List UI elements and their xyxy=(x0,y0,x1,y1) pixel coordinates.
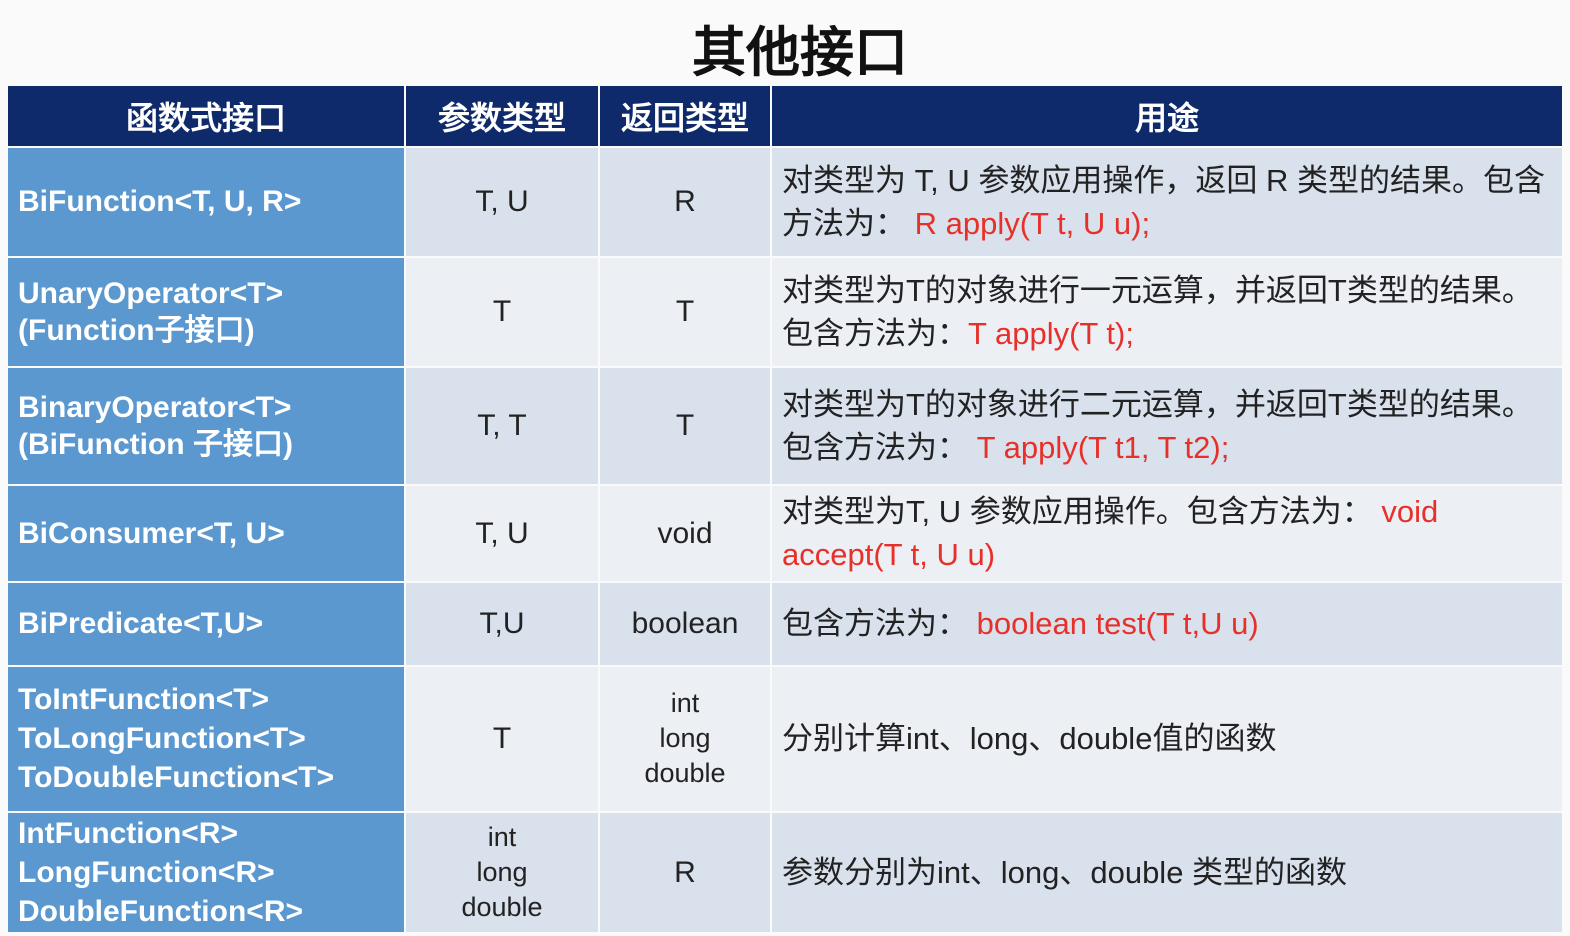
header-param-type: 参数类型 xyxy=(406,86,598,146)
return-type: T xyxy=(600,368,770,484)
param-type-line: T, U xyxy=(475,516,529,550)
table-row: BiFunction<T, U, R> T, U R 对类型为 T, U 参数应用操作… xyxy=(8,148,1562,256)
param-type-line: T,U xyxy=(479,607,525,641)
interface-name-line: BinaryOperator<T> xyxy=(18,390,292,424)
interface-name: BinaryOperator<T> (BiFunction 子接口) xyxy=(8,368,404,484)
usage-text: 包含方法为： xyxy=(782,606,977,642)
interface-name-line: ToDoubleFunction<T> xyxy=(18,761,335,795)
param-type: T, U xyxy=(406,148,598,256)
usage-description: 包含方法为： boolean test(T t,U u) xyxy=(772,582,1562,665)
param-type-line: T xyxy=(492,722,512,756)
interface-name: IntFunction<R> LongFunction<R> DoubleFunct… xyxy=(8,812,404,932)
return-type: boolean xyxy=(600,582,770,665)
return-type: int long double xyxy=(600,666,770,811)
param-type-line: T, U xyxy=(475,185,529,219)
interface-name: BiPredicate<T,U> xyxy=(8,582,404,665)
param-type: T, T xyxy=(406,368,598,484)
usage-description: 对类型为T的对象进行一元运算，并返回T类型的结果。包含方法为：T apply(T… xyxy=(772,258,1562,366)
interface-name-line: DoubleFunction<R> xyxy=(18,894,303,928)
return-type: R xyxy=(600,812,770,932)
interface-name: BiFunction<T, U, R> xyxy=(8,148,404,256)
slide-title: 其他接口 xyxy=(692,20,908,84)
interfaces-table: 函数式接口 参数类型 返回类型 用途 BiFunction<T, U, R> T,… xyxy=(6,84,1564,934)
usage-description: 参数分别为int、long、double 类型的函数 xyxy=(772,812,1562,932)
table-row: UnaryOperator<T> (Function子接口) T T 对类型为T的对象进… xyxy=(8,258,1562,366)
return-type-line: T xyxy=(675,409,695,443)
usage-description: 分别计算int、long、double值的函数 xyxy=(772,666,1562,811)
return-type-line: double xyxy=(644,758,726,789)
return-type: R xyxy=(600,148,770,256)
usage-description: 对类型为T, U 参数应用操作。包含方法为： void accept(T t, … xyxy=(772,486,1562,581)
usage-text: 对类型为T的对象进行一元运算，并返回T类型的结果。包含方法为： xyxy=(782,272,1533,351)
interface-name-line: IntFunction<R> xyxy=(18,816,238,850)
interface-name: UnaryOperator<T> (Function子接口) xyxy=(8,258,404,366)
param-type: T, U xyxy=(406,486,598,581)
table-row: IntFunction<R> LongFunction<R> DoubleFunct… xyxy=(8,812,1562,932)
usage-text: 对类型为 T, U 参数应用操作，返回 R 类型的结果。包含方法为： xyxy=(782,162,1545,241)
table-header: 函数式接口 参数类型 返回类型 用途 xyxy=(8,86,1562,146)
method-signature: R apply(T t, U u); xyxy=(914,206,1151,241)
header-return-type: 返回类型 xyxy=(600,86,770,146)
table-row: ToIntFunction<T> ToLongFunction<T> ToDoubl… xyxy=(8,666,1562,811)
return-type-line: long xyxy=(659,723,711,754)
param-type-line: T, T xyxy=(477,409,527,443)
param-type-line: long xyxy=(476,856,528,887)
interface-name-line: ToLongFunction<T> xyxy=(18,722,306,756)
return-type-line: R xyxy=(674,185,696,219)
param-type-line: T xyxy=(492,295,512,329)
param-type: T,U xyxy=(406,582,598,665)
param-type: int long double xyxy=(406,812,598,932)
interface-name-line: UnaryOperator<T> xyxy=(18,276,284,310)
return-type-line: T xyxy=(675,295,695,329)
interface-name-line: LongFunction<R> xyxy=(18,855,275,889)
table-row: BinaryOperator<T> (BiFunction 子接口) T, T T 对类… xyxy=(8,368,1562,484)
interface-name-line: BiFunction<T, U, R> xyxy=(18,185,302,219)
return-type-line: boolean xyxy=(631,607,739,641)
interface-name-line: ToIntFunction<T> xyxy=(18,683,270,717)
return-type-line: R xyxy=(674,855,696,889)
return-type-line: void xyxy=(657,516,713,550)
header-usage: 用途 xyxy=(772,86,1562,146)
interface-name-line: BiConsumer<T, U> xyxy=(18,516,285,550)
usage-text: 对类型为T, U 参数应用操作。包含方法为： xyxy=(782,494,1382,529)
method-signature: boolean test(T t,U u) xyxy=(976,606,1259,642)
header-interface: 函数式接口 xyxy=(8,86,404,146)
usage-description: 对类型为 T, U 参数应用操作，返回 R 类型的结果。包含方法为： R app… xyxy=(772,148,1562,256)
param-type: T xyxy=(406,258,598,366)
usage-text: 分别计算int、long、double值的函数 xyxy=(782,721,1277,757)
param-type: T xyxy=(406,666,598,811)
method-signature: T apply(T t1, T t2); xyxy=(976,430,1230,465)
return-type: void xyxy=(600,486,770,581)
param-type-line: double xyxy=(461,891,543,922)
return-type: T xyxy=(600,258,770,366)
interface-name-line: (BiFunction 子接口) xyxy=(18,428,293,461)
table-row: BiPredicate<T,U> T,U boolean 包含方法为： boolean… xyxy=(8,582,1562,665)
return-type-line: int xyxy=(670,688,700,719)
table-row: BiConsumer<T, U> T, U void 对类型为T, U 参数应用操作。… xyxy=(8,486,1562,581)
interface-name: ToIntFunction<T> ToLongFunction<T> ToDoubl… xyxy=(8,666,404,811)
method-signature: T apply(T t); xyxy=(968,316,1134,351)
interface-name-line: (Function子接口) xyxy=(18,314,255,347)
interface-name: BiConsumer<T, U> xyxy=(8,486,404,581)
interface-name-line: BiPredicate<T,U> xyxy=(18,607,264,641)
param-type-line: int xyxy=(487,821,517,852)
usage-text: 参数分别为int、long、double 类型的函数 xyxy=(782,854,1348,890)
usage-description: 对类型为T的对象进行二元运算，并返回T类型的结果。包含方法为： T apply(… xyxy=(772,368,1562,484)
